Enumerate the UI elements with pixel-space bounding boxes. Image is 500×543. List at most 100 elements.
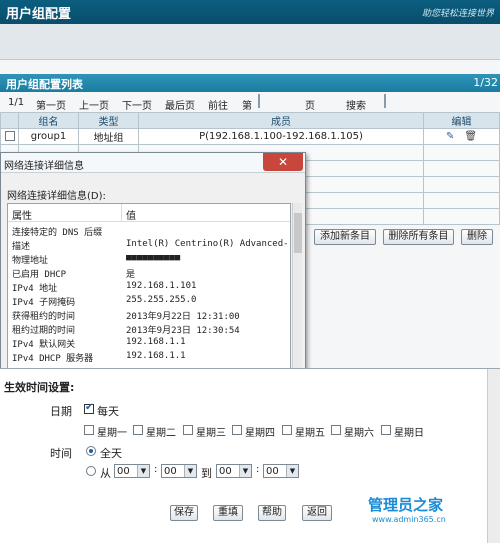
delete-button[interactable]: 删除	[461, 229, 493, 245]
detail-property: IPv4 默认网关	[12, 340, 76, 350]
col-property: 属性	[12, 211, 32, 222]
allday-radio[interactable]	[86, 446, 96, 456]
prev-page-link[interactable]: 上一页	[79, 97, 109, 112]
weekday-label: 星期三	[196, 428, 226, 439]
detail-row: IPv4 DHCP 服务器 192.168.1.1	[8, 350, 290, 364]
detail-row: 租约过期的时间 2013年9月23日 12:30:54	[8, 322, 290, 336]
add-entry-button[interactable]: 添加新条目	[314, 229, 376, 245]
detail-row: 描述 Intel(R) Centrino(R) Advanced-	[8, 238, 290, 252]
everyday-checkbox[interactable]: ✔	[84, 402, 94, 414]
delete-all-button[interactable]: 删除所有条目	[383, 229, 454, 245]
weekday-label: 星期五	[295, 428, 325, 439]
detail-value: 是	[126, 270, 136, 280]
everyday-label: 每天	[97, 405, 119, 418]
weekday-checkbox[interactable]	[183, 425, 193, 435]
trash-icon[interactable]: 🗑	[464, 131, 477, 142]
detail-value: 2013年9月22日 12:31:00	[126, 312, 240, 322]
page-number-input[interactable]	[258, 94, 260, 108]
first-page-link[interactable]: 第一页	[36, 97, 66, 112]
detail-property: 租约过期的时间	[12, 326, 76, 336]
detail-row: 获得租约的时间 2013年9月22日 12:31:00	[8, 308, 290, 322]
detail-row: IPv4 子网掩码 255.255.255.0	[8, 294, 290, 308]
close-icon[interactable]: ✕	[263, 153, 303, 171]
details-scrollbar[interactable]	[292, 203, 302, 371]
connection-details-dialog: 网络连接详细信息 ✕ 网络连接详细信息(D): 属性 值 连接特定的 DNS 后…	[0, 152, 306, 371]
save-button[interactable]: 保存	[170, 505, 198, 521]
detail-property: 描述	[12, 242, 31, 252]
page-suffix: 页	[305, 101, 315, 112]
weekday-checkbox[interactable]	[381, 425, 391, 435]
col-name: 组名	[18, 112, 79, 129]
chevron-down-icon: ▼	[184, 465, 196, 477]
weekday-label: 星期日	[394, 428, 424, 439]
page-title: 用户组配置	[6, 7, 72, 22]
detail-value: 2013年9月23日 12:30:54	[126, 326, 240, 336]
row-checkbox[interactable]	[4, 131, 15, 141]
to-label: 到	[201, 467, 212, 480]
allday-label: 全天	[100, 447, 122, 460]
edit-pencil-icon[interactable]: ✎	[446, 131, 454, 142]
details-header: 属性 值	[8, 204, 290, 222]
time-label: 时间	[50, 447, 72, 460]
detail-row: 已启用 DHCP 是	[8, 266, 290, 280]
list-title: 用户组配置列表	[6, 78, 83, 91]
start-hour-select[interactable]: 00 ▼	[114, 464, 150, 478]
weekday-label: 星期六	[344, 428, 374, 439]
dialog-titlebar: 网络连接详细信息	[1, 153, 305, 173]
scroll-thumb[interactable]	[294, 213, 302, 253]
col-divider	[121, 204, 122, 222]
col-type: 类型	[78, 112, 139, 129]
pagination-bar: 1/1 第一页 上一页 下一页 最后页 前往 第 页 搜索	[0, 94, 500, 112]
help-button[interactable]: 帮助	[258, 505, 286, 521]
weekday-checkbox[interactable]	[331, 425, 341, 435]
date-label: 日期	[50, 405, 72, 418]
search-label: 搜索	[346, 101, 366, 112]
detail-row: 连接特定的 DNS 后缀	[8, 224, 290, 238]
select-col	[0, 112, 19, 129]
search-input[interactable]	[384, 94, 386, 108]
detail-value: 192.168.1.1	[126, 337, 186, 347]
weekday-checkbox[interactable]	[84, 425, 94, 435]
panel-scrollbar[interactable]	[487, 369, 500, 543]
detail-property: IPv4 地址	[12, 284, 58, 294]
last-page-link[interactable]: 最后页	[165, 97, 195, 112]
colon: :	[256, 464, 260, 475]
detail-value: ■■■■■■■■■■	[126, 253, 181, 263]
details-label: 网络连接详细信息(D):	[7, 191, 106, 202]
weekday-checkbox[interactable]	[282, 425, 292, 435]
chevron-down-icon: ▼	[286, 465, 298, 477]
row-type: 地址组	[78, 128, 139, 145]
back-button[interactable]: 返回	[302, 505, 332, 521]
weekday-checkbox[interactable]	[133, 425, 143, 435]
detail-property: 连接特定的 DNS 后缀	[12, 228, 103, 238]
detail-property: 物理地址	[12, 256, 49, 266]
goto-label: 前往	[208, 101, 228, 112]
end-minute-select[interactable]: 00 ▼	[263, 464, 299, 478]
col-edit: 编辑	[423, 112, 500, 129]
reset-button[interactable]: 重填	[213, 505, 243, 521]
list-page-count: 1/32	[473, 76, 498, 89]
watermark-url: www.admin365.cn	[372, 515, 446, 524]
range-radio[interactable]	[86, 466, 96, 476]
top-bar: 用户组配置 助您轻松连接世界	[0, 0, 500, 24]
row-name: group1	[18, 128, 79, 145]
detail-value: 255.255.255.0	[126, 295, 197, 305]
table-row: group1 地址组 P(192.168.1.100-192.168.1.105…	[0, 128, 500, 145]
detail-property: 已启用 DHCP	[12, 270, 67, 280]
col-value: 值	[126, 211, 136, 222]
next-page-link[interactable]: 下一页	[122, 97, 152, 112]
list-header: 用户组配置列表 1/32	[0, 74, 500, 92]
end-hour-select[interactable]: 00 ▼	[216, 464, 252, 478]
chevron-down-icon: ▼	[239, 465, 251, 477]
detail-property: 获得租约的时间	[12, 312, 76, 322]
col-members: 成员	[138, 112, 424, 129]
row-members: P(192.168.1.100-192.168.1.105)	[138, 128, 424, 145]
detail-value: 192.168.1.1	[126, 351, 186, 361]
schedule-title: 生效时间设置:	[4, 381, 75, 394]
top-strip	[0, 24, 500, 60]
start-minute-select[interactable]: 00 ▼	[161, 464, 197, 478]
details-list[interactable]: 属性 值 连接特定的 DNS 后缀 描述 Intel(R) Centrino(R) …	[7, 203, 291, 371]
detail-value: 192.168.1.101	[126, 281, 197, 291]
weekday-checkbox[interactable]	[232, 425, 242, 435]
brand-logo: 助您轻松连接世界	[421, 9, 494, 19]
